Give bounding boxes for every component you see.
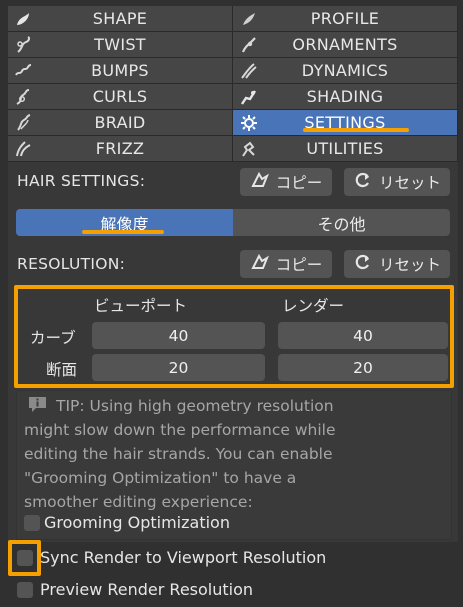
preview-render-label: Preview Render Resolution <box>40 580 254 599</box>
tab-label: TWIST <box>94 35 146 54</box>
gear-icon <box>238 113 260 133</box>
tab-label: UTILITIES <box>306 139 384 158</box>
resolution-copy-button[interactable]: コピー <box>240 250 332 278</box>
reset-icon <box>353 171 373 193</box>
copy-icon <box>250 171 270 193</box>
bumps-icon <box>13 61 35 81</box>
dynamics-icon <box>238 61 260 81</box>
tab-twist[interactable]: TWIST <box>8 32 233 58</box>
resolution-reset-button[interactable]: リセット <box>344 250 450 278</box>
resolution-underline-marker <box>82 230 164 234</box>
grooming-optimization-checkbox[interactable] <box>24 515 40 531</box>
shading-icon <box>238 87 260 107</box>
utilities-icon <box>238 139 260 159</box>
hair-settings-reset-button[interactable]: リセット <box>344 168 450 196</box>
tab-utilities[interactable]: UTILITIES <box>233 136 458 162</box>
tab-label: BUMPS <box>91 61 149 80</box>
ornaments-icon <box>238 35 260 55</box>
tip-line: might slow down the performance while <box>24 421 336 439</box>
tip-line: "Grooming Optimization" to have a <box>24 469 297 487</box>
resolution-highlight-frame <box>14 285 454 388</box>
reset-label: リセット <box>378 256 441 274</box>
tab-label: DYNAMICS <box>301 61 389 80</box>
resolution-label: RESOLUTION: <box>17 255 126 273</box>
copy-label: コピー <box>275 256 323 274</box>
reset-label: リセット <box>378 174 441 192</box>
shape-icon <box>13 9 35 29</box>
tab-ornaments[interactable]: ORNAMENTS <box>233 32 458 58</box>
preview-render-checkbox[interactable] <box>17 582 33 598</box>
profile-icon <box>238 9 260 29</box>
curls-icon <box>13 87 35 107</box>
tab-curls[interactable]: CURLS <box>8 84 233 110</box>
tab-label: SHADING <box>306 87 384 106</box>
sync-checkbox-highlight-frame <box>8 540 41 576</box>
tab-shading[interactable]: SHADING <box>233 84 458 110</box>
tip-line: TIP: Using high geometry resolution <box>56 397 334 415</box>
tab-label: FRIZZ <box>95 139 145 158</box>
copy-icon <box>250 253 270 275</box>
twist-icon <box>13 35 35 55</box>
tab-label: PROFILE <box>310 9 380 28</box>
tab-braid[interactable]: BRAID <box>8 110 233 136</box>
tip-line: editing the hair strands. You can enable <box>24 445 333 463</box>
tab-shape[interactable]: SHAPE <box>8 6 233 32</box>
tab-label: CURLS <box>92 87 148 106</box>
braid-icon <box>13 113 35 133</box>
copy-label: コピー <box>275 174 323 192</box>
tab-label: ORNAMENTS <box>292 35 398 54</box>
grooming-optimization-label: Grooming Optimization <box>44 513 230 532</box>
tab-label: BRAID <box>94 113 146 132</box>
frizz-icon <box>13 139 35 159</box>
reset-icon <box>353 253 373 275</box>
tab-settings[interactable]: SETTINGS <box>233 110 458 136</box>
tip-line: smoother editing experience: <box>24 493 253 511</box>
tip-text: TIP: Using high geometry resolution migh… <box>24 394 444 514</box>
sync-render-label: Sync Render to Viewport Resolution <box>40 548 327 567</box>
settings-underline-marker <box>303 128 409 132</box>
tab-frizz[interactable]: FRIZZ <box>8 136 233 162</box>
hair-settings-label: HAIR SETTINGS: <box>17 172 146 190</box>
tab-profile[interactable]: PROFILE <box>233 6 458 32</box>
segment-other[interactable]: その他 <box>233 209 450 236</box>
tab-dynamics[interactable]: DYNAMICS <box>233 58 458 84</box>
hair-settings-copy-button[interactable]: コピー <box>240 168 332 196</box>
tab-label: SHAPE <box>92 9 148 28</box>
tab-grid: SHAPE PROFILE TWIST ORNAMENTS BUMPS DYNAMICS C… <box>8 6 458 162</box>
tab-bumps[interactable]: BUMPS <box>8 58 233 84</box>
